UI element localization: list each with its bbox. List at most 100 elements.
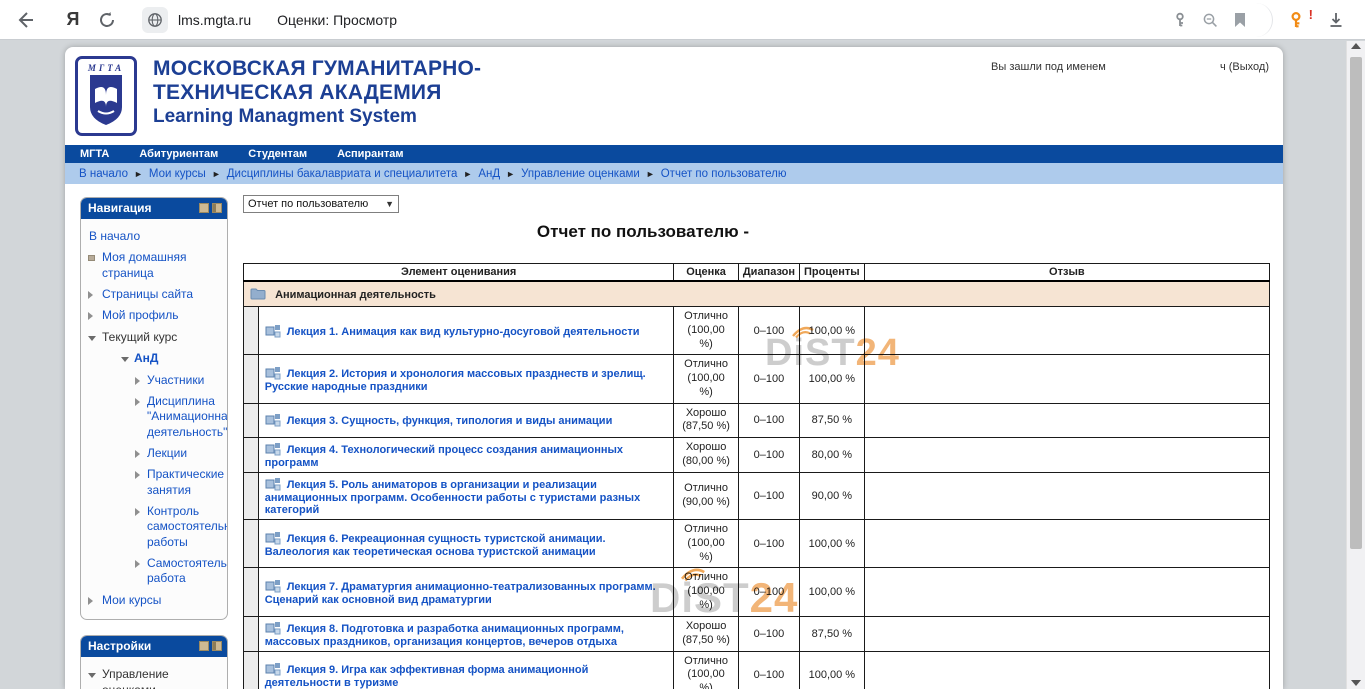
breadcrumb: В начало ► Мои курсы ► Дисциплины бакала… bbox=[65, 163, 1283, 184]
sidebar-item-site-pages[interactable]: Страницы сайта bbox=[81, 284, 223, 305]
chevron-right-icon[interactable] bbox=[135, 398, 140, 406]
grade-percent: (100,00 %) bbox=[680, 537, 732, 565]
sidebar-item-my-profile[interactable]: Мой профиль bbox=[81, 305, 223, 326]
url-text[interactable]: lms.mgta.ru bbox=[178, 12, 251, 28]
collapse-block-icon[interactable] bbox=[199, 203, 209, 213]
sidebar-item-self-work[interactable]: Самостоятельная работа bbox=[81, 553, 223, 590]
settings-item-grade-admin[interactable]: Управление оценками bbox=[81, 664, 223, 689]
nav-item-abiturientam[interactable]: Абитуриентам bbox=[124, 148, 233, 160]
grade-percent: (100,00 %) bbox=[680, 372, 732, 400]
chevron-right-icon[interactable] bbox=[135, 560, 140, 568]
grade-percent: (100,00 %) bbox=[680, 668, 732, 689]
chevron-right-icon[interactable] bbox=[135, 471, 140, 479]
scrollbar-up-arrow[interactable] bbox=[1351, 43, 1361, 49]
lesson-link[interactable]: Лекция 1. Анимация как вид культурно-дос… bbox=[287, 326, 640, 338]
sidebar-item-lectures[interactable]: Лекции bbox=[81, 443, 223, 464]
sidebar-item-practice[interactable]: Практические занятия bbox=[81, 464, 223, 501]
chevron-right-icon[interactable] bbox=[88, 597, 93, 605]
lesson-link[interactable]: Лекция 5. Роль аниматоров в организации … bbox=[265, 479, 641, 516]
chevron-down-icon[interactable] bbox=[88, 673, 96, 678]
lesson-link[interactable]: Лекция 3. Сущность, функция, типология и… bbox=[287, 415, 613, 427]
downloads-button[interactable] bbox=[1321, 5, 1351, 35]
lesson-link[interactable]: Лекция 2. История и хронология массовых … bbox=[265, 368, 646, 393]
settings-block-title: Настройки bbox=[88, 639, 151, 653]
sidebar-item-self-control[interactable]: Контроль самостоятельной работы bbox=[81, 501, 223, 553]
scrollbar-down-arrow[interactable] bbox=[1351, 680, 1361, 686]
chevron-right-icon[interactable] bbox=[88, 291, 93, 299]
range-value: 0–100 bbox=[738, 616, 799, 651]
collapse-block-icon[interactable] bbox=[199, 641, 209, 651]
percent-value: 87,50 % bbox=[800, 403, 865, 438]
chevron-right-icon[interactable] bbox=[135, 450, 140, 458]
nav-item-mgta[interactable]: МГТА bbox=[65, 148, 124, 160]
select-caret-icon: ▼ bbox=[385, 199, 394, 209]
chevron-right-icon[interactable] bbox=[88, 312, 93, 320]
range-value: 0–100 bbox=[738, 520, 799, 568]
breadcrumb-grade-admin[interactable]: Управление оценками bbox=[521, 168, 640, 180]
breadcrumb-user-report[interactable]: Отчет по пользователю bbox=[661, 168, 787, 180]
grades-table: Элемент оценивания Оценка Диапазон Проце… bbox=[243, 263, 1270, 689]
dock-block-icon[interactable] bbox=[212, 641, 222, 651]
sidebar-item-participants[interactable]: Участники bbox=[81, 370, 223, 391]
find-in-page-button[interactable] bbox=[1195, 5, 1225, 35]
chevron-down-icon[interactable] bbox=[88, 336, 96, 341]
login-info: Вы зашли под именем ч (Выход) bbox=[991, 61, 1269, 73]
sidebar-item-discipline[interactable]: Дисциплина "Анимационная деятельность" bbox=[81, 391, 223, 443]
chevron-right-icon[interactable] bbox=[135, 377, 140, 385]
reload-button[interactable] bbox=[90, 3, 124, 37]
lesson-icon bbox=[265, 441, 281, 457]
lesson-link[interactable]: Лекция 4. Технологический процесс создан… bbox=[265, 444, 623, 469]
lesson-link[interactable]: Лекция 7. Драматургия анимационно-театра… bbox=[265, 581, 656, 606]
site-header: МГТА МОСКОВСКАЯ ГУМАНИТАРНО- ТЕХНИЧЕСКАЯ… bbox=[65, 47, 1283, 145]
table-row: Лекция 4. Технологический процесс создан… bbox=[244, 438, 1270, 473]
academy-title: МОСКОВСКАЯ ГУМАНИТАРНО- ТЕХНИЧЕСКАЯ АКАД… bbox=[153, 57, 481, 127]
breadcrumb-disciplines[interactable]: Дисциплины бакалавриата и специалитета bbox=[227, 168, 458, 180]
navigation-block: Навигация В начало Моя домашняя страница… bbox=[80, 197, 228, 620]
page-scrollbar[interactable] bbox=[1346, 41, 1365, 689]
category-label: Анимационная деятельность bbox=[275, 289, 436, 301]
chevron-right-icon[interactable] bbox=[135, 508, 140, 516]
sidebar-item-my-home[interactable]: Моя домашняя страница bbox=[81, 247, 223, 284]
globe-icon bbox=[147, 12, 163, 28]
chevron-down-icon[interactable] bbox=[121, 357, 129, 362]
grade-value: Хорошо bbox=[680, 441, 732, 455]
lesson-icon bbox=[265, 412, 281, 428]
back-button[interactable] bbox=[8, 3, 42, 37]
scrollbar-thumb[interactable] bbox=[1350, 57, 1362, 549]
breadcrumb-my-courses[interactable]: Мои курсы bbox=[149, 168, 206, 180]
breadcrumb-home[interactable]: В начало bbox=[79, 168, 128, 180]
breadcrumb-separator: ► bbox=[646, 169, 655, 179]
mgta-logo[interactable]: МГТА bbox=[75, 56, 137, 136]
main-navbar: МГТА Абитуриентам Студентам Аспирантам bbox=[65, 145, 1283, 163]
logo-text: МГТА bbox=[78, 63, 134, 73]
breadcrumb-separator: ► bbox=[134, 169, 143, 179]
grade-value: Хорошо bbox=[680, 620, 732, 634]
logout-link[interactable]: ч (Выход) bbox=[1220, 61, 1269, 73]
nav-item-aspirantam[interactable]: Аспирантам bbox=[322, 148, 418, 160]
col-range: Диапазон bbox=[738, 264, 799, 282]
lesson-link[interactable]: Лекция 8. Подготовка и разработка анимац… bbox=[265, 623, 624, 648]
dock-block-icon[interactable] bbox=[212, 203, 222, 213]
range-value: 0–100 bbox=[738, 403, 799, 438]
col-grade: Оценка bbox=[674, 264, 739, 282]
sidebar-item-home[interactable]: В начало bbox=[81, 226, 223, 247]
bookmark-button[interactable] bbox=[1225, 5, 1255, 35]
report-type-select[interactable]: Отчет по пользователю ▼ bbox=[243, 195, 399, 213]
sidebar-item-my-courses[interactable]: Мои курсы bbox=[81, 590, 223, 611]
lesson-link[interactable]: Лекция 6. Рекреационная сущность туристс… bbox=[265, 533, 606, 558]
percent-value: 100,00 % bbox=[800, 355, 865, 403]
key-button[interactable] bbox=[1165, 5, 1195, 35]
nav-item-studentam[interactable]: Студентам bbox=[233, 148, 322, 160]
table-row: Лекция 1. Анимация как вид культурно-дос… bbox=[244, 307, 1270, 355]
body-region: Навигация В начало Моя домашняя страница… bbox=[65, 184, 1283, 689]
download-icon bbox=[1327, 11, 1345, 29]
lesson-link[interactable]: Лекция 9. Игра как эффективная форма ани… bbox=[265, 664, 589, 689]
yandex-logo-button[interactable]: Я bbox=[56, 9, 90, 30]
breadcrumb-course[interactable]: АнД bbox=[478, 168, 500, 180]
sidebar-item-and[interactable]: АнД bbox=[81, 348, 223, 369]
site-info-button[interactable] bbox=[142, 7, 168, 33]
navigation-block-header: Навигация bbox=[81, 198, 227, 219]
table-row: Лекция 9. Игра как эффективная форма ани… bbox=[244, 651, 1270, 689]
password-manager-button[interactable]: ! bbox=[1283, 5, 1313, 35]
sidebar-item-current-course[interactable]: Текущий курс bbox=[81, 327, 223, 348]
